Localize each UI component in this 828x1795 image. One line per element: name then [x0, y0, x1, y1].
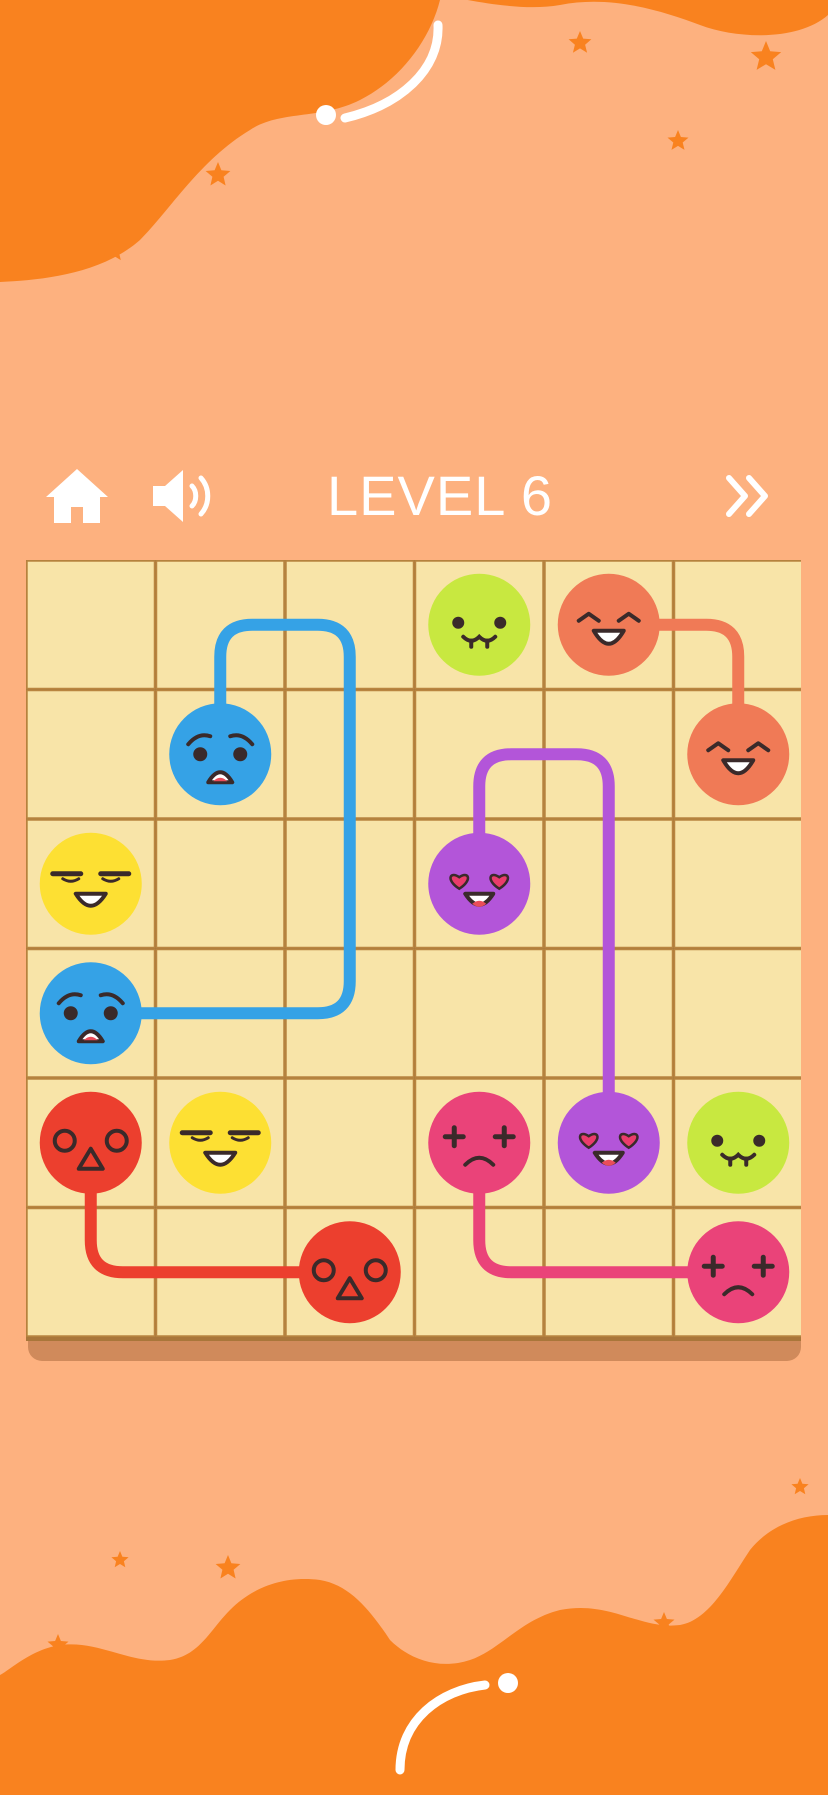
emoji-dot-salmon-1[interactable] [557, 573, 660, 676]
star-decoration [667, 130, 689, 150]
board-cell[interactable] [414, 948, 544, 1078]
emoji-dot-pink-1[interactable] [428, 1091, 531, 1194]
emoji-dot-lime-1[interactable] [428, 573, 531, 676]
board-cell[interactable] [26, 689, 156, 819]
star-decoration [205, 162, 231, 186]
emoji-dot-yellow-1[interactable] [39, 832, 142, 935]
board-cell[interactable] [26, 560, 156, 690]
star-decoration [111, 1551, 129, 1568]
speaker-volume-icon [153, 470, 211, 522]
top-swoosh-dot [316, 105, 336, 125]
board-cell[interactable] [673, 819, 802, 949]
home-icon [46, 469, 108, 523]
board-cell[interactable] [285, 1078, 415, 1208]
star-decoration [568, 31, 592, 53]
emoji-dot-purple-2[interactable] [557, 1091, 660, 1194]
board-cell[interactable] [155, 819, 285, 949]
home-button[interactable] [36, 455, 118, 537]
top-bar: LEVEL 6 [0, 455, 828, 537]
emoji-dot-red-1[interactable] [39, 1091, 142, 1194]
emoji-dot-yellow-2[interactable] [169, 1091, 272, 1194]
emoji-dot-blue-1[interactable] [169, 703, 272, 806]
emoji-dot-lime-2[interactable] [687, 1091, 790, 1194]
star-decoration [215, 1555, 241, 1579]
sound-button[interactable] [142, 455, 224, 537]
emoji-dot-pink-2[interactable] [687, 1221, 790, 1324]
game-board [26, 560, 801, 1368]
board-cell[interactable] [673, 948, 802, 1078]
board-grid [26, 560, 802, 1361]
emoji-dot-red-2[interactable] [298, 1221, 401, 1324]
top-cloud-blob [0, 0, 828, 282]
emoji-dot-salmon-2[interactable] [687, 703, 790, 806]
star-decoration [791, 1478, 809, 1495]
level-title: LEVEL 6 [327, 464, 553, 527]
next-level-button[interactable] [710, 455, 792, 537]
double-chevron-right-icon [726, 475, 768, 517]
emoji-dot-purple-1[interactable] [428, 832, 531, 935]
star-decoration [750, 41, 782, 70]
emoji-dot-blue-2[interactable] [39, 962, 142, 1065]
bottom-swoosh-dot [498, 1673, 518, 1693]
